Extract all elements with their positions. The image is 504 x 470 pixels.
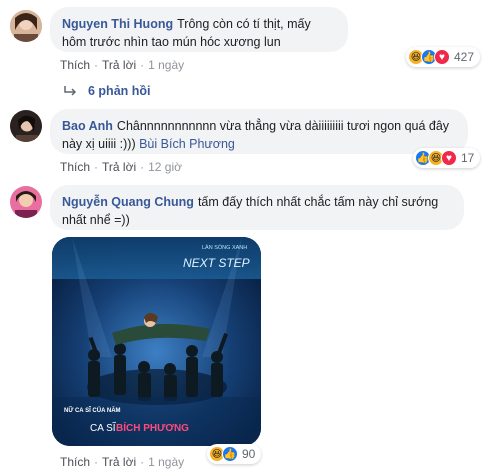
reply-link[interactable]: Trả lời [102,58,136,72]
caption-small-text: NỮ CA SĨ CỦA NĂM [64,407,121,414]
separator: · [94,58,99,72]
separator: · [140,58,145,72]
reaction-summary[interactable]: 😆 👍 90 [207,444,262,464]
like-link[interactable]: Thích [60,455,90,469]
view-replies-link[interactable]: 6 phản hồi [64,84,151,98]
avatar-photo-icon [10,186,42,218]
like-link[interactable]: Thích [60,160,90,174]
separator: · [94,160,99,174]
mention-link[interactable]: Bùi Bích Phương [139,137,235,151]
comment-actions: Thích · Trả lời · 1 ngày [60,455,184,469]
reply-link[interactable]: Trả lời [102,160,136,174]
timestamp[interactable]: 1 ngày [148,455,184,469]
avatar-photo-icon [10,10,42,42]
caption-prefix-text: CA SĨ [90,421,117,434]
reaction-count: 17 [461,151,475,165]
comment-author[interactable]: Nguyễn Quang Chung [62,195,194,209]
timestamp[interactable]: 1 ngày [148,58,184,72]
love-icon: ♥ [434,49,450,65]
like-icon: 👍 [222,446,238,462]
separator: · [140,455,145,469]
separator: · [94,455,99,469]
avatar[interactable] [10,10,42,42]
avatar[interactable] [10,186,42,218]
love-icon: ♥ [441,150,457,166]
reaction-summary[interactable]: 😆 👍 ♥ 427 [406,47,481,67]
attached-photo[interactable]: LÀN SÓNG XANH NEXT STEP NỮ CA SĨ CỦA NĂM… [52,237,261,446]
reply-arrow-icon [64,86,77,96]
replies-count[interactable]: 6 phản hồi [88,84,151,98]
logo-top-text: LÀN SÓNG XANH [202,244,247,251]
logo-main-text: NEXT STEP [183,256,250,270]
like-link[interactable]: Thích [60,58,90,72]
comment-bubble: Nguyễn Quang Chung tấm đấy thích nhất chắ… [50,185,464,230]
comment-bubble: Nguyen Thi Huong Trông còn có tí thịt, mấ… [50,7,348,52]
comment-actions: Thích · Trả lời · 1 ngày [60,58,184,72]
comment-bubble: Bao Anh Chânnnnnnnnnnn vừa thẳng vừa dàii… [50,109,468,154]
comment-author[interactable]: Nguyen Thi Huong [62,17,173,31]
comment-author[interactable]: Bao Anh [62,119,113,133]
concert-photo-image: LÀN SÓNG XANH NEXT STEP NỮ CA SĨ CỦA NĂM… [52,237,261,446]
avatar[interactable] [10,110,42,142]
reaction-count: 90 [242,447,256,461]
comment-text: Chânnnnnnnnnnn vừa thẳng vừa dàiiiiiiiii… [62,119,450,151]
avatar-photo-icon [10,110,42,142]
separator: · [140,160,145,174]
caption-name-text: BÍCH PHƯƠNG [116,421,189,434]
reaction-summary[interactable]: 👍 😆 ♥ 17 [413,148,481,168]
comment-actions: Thích · Trả lời · 12 giờ [60,160,182,174]
reply-link[interactable]: Trả lời [102,455,136,469]
timestamp[interactable]: 12 giờ [148,160,182,174]
reaction-count: 427 [454,50,475,64]
